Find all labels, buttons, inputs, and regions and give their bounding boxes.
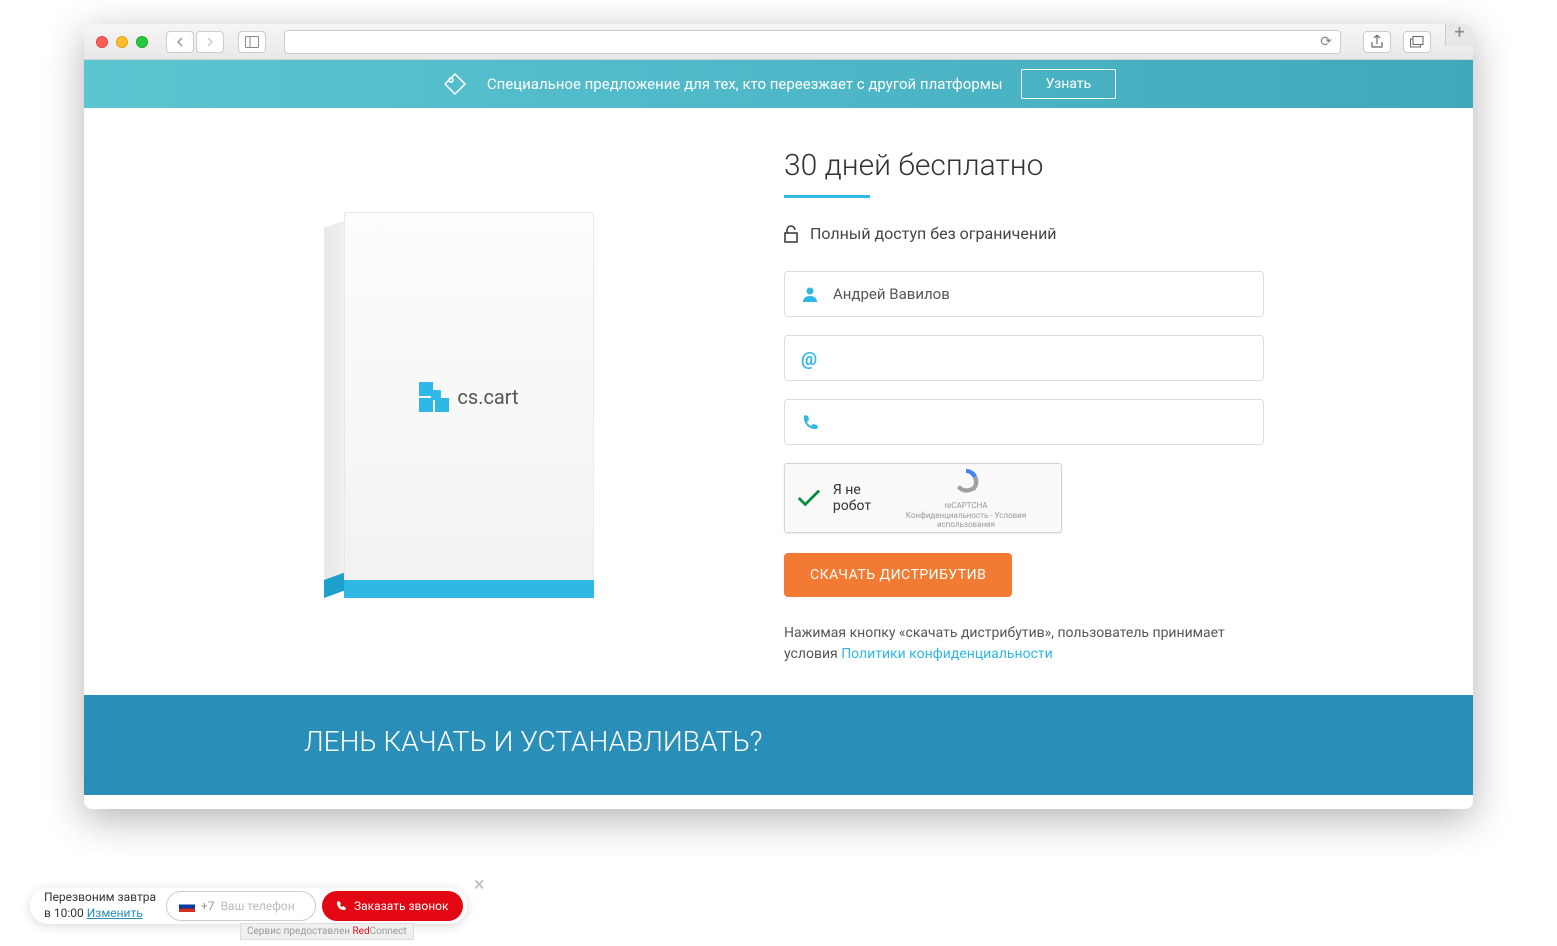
signup-form: 30 дней бесплатно Полный доступ без огра… <box>784 148 1264 665</box>
tabs-icon <box>1410 36 1424 48</box>
email-field-wrapper: @ <box>784 335 1264 381</box>
back-button[interactable] <box>166 31 194 53</box>
callback-button-label: Заказать звонок <box>354 899 449 913</box>
captcha-label: Я не робот <box>833 482 871 514</box>
cscart-logo: cs.cart <box>419 382 518 412</box>
promo-text: Специальное предложение для тех, кто пер… <box>487 75 1003 93</box>
phone-prefix: +7 <box>201 899 215 913</box>
logo-squares-icon <box>419 382 449 412</box>
blue-cta-section: ЛЕНЬ КАЧАТЬ И УСТАНАВЛИВАТЬ? <box>84 695 1473 795</box>
unlock-icon <box>784 225 798 243</box>
tag-icon <box>441 70 469 98</box>
forward-button[interactable] <box>196 31 224 53</box>
maximize-window-button[interactable] <box>136 36 148 48</box>
name-input[interactable] <box>833 285 1247 303</box>
recaptcha-icon <box>951 466 981 496</box>
phone-input[interactable] <box>833 413 1247 431</box>
recaptcha-badge: reCAPTCHA Конфиденциальность - Условия и… <box>883 466 1049 529</box>
promo-banner: Специальное предложение для тех, кто пер… <box>84 60 1473 108</box>
main-content: cs.cart 30 дней бесплатно Полный доступ … <box>84 108 1473 695</box>
credit-brand-connect: Connect <box>370 926 407 937</box>
legal-text: Нажимая кнопку «скачать дистрибутив», по… <box>784 623 1264 665</box>
nav-buttons <box>166 31 224 53</box>
email-input[interactable] <box>833 349 1247 367</box>
product-box: cs.cart <box>324 212 604 602</box>
browser-window: ⟳ + Специальное предложение для тех, кто… <box>84 24 1473 809</box>
checkmark-icon <box>797 488 821 508</box>
callback-order-button[interactable]: Заказать звонок <box>322 891 463 921</box>
traffic-lights <box>96 36 148 48</box>
recaptcha-brand: reCAPTCHA <box>883 501 1049 511</box>
recaptcha-widget[interactable]: Я не робот reCAPTCHA Конфиденциальность … <box>784 463 1062 533</box>
access-info: Полный доступ без ограничений <box>784 224 1264 243</box>
product-box-image: cs.cart <box>184 148 744 665</box>
callback-widget: Перезвоним завтра в 10:00 Изменить +7 Ва… <box>30 888 467 924</box>
share-icon <box>1371 35 1383 49</box>
privacy-policy-link[interactable]: Политики конфиденциальности <box>841 646 1053 662</box>
recaptcha-terms: Конфиденциальность - Условия использован… <box>883 511 1049 530</box>
share-button[interactable] <box>1363 31 1391 53</box>
heading-underline <box>784 195 870 198</box>
page-viewport: Специальное предложение для тех, кто пер… <box>84 60 1473 809</box>
at-icon: @ <box>801 349 819 367</box>
callback-credit: Сервис предоставлен RedConnect <box>240 923 414 940</box>
address-bar[interactable]: ⟳ <box>284 30 1341 54</box>
logo-text: cs.cart <box>457 385 518 409</box>
phone-field-wrapper <box>784 399 1264 445</box>
new-tab-button[interactable]: + <box>1445 24 1473 46</box>
chevron-left-icon <box>175 37 185 47</box>
person-icon <box>801 285 819 303</box>
callback-info: Перезвоним завтра в 10:00 Изменить <box>44 890 156 921</box>
flag-ru-icon <box>179 901 195 912</box>
name-field-wrapper <box>784 271 1264 317</box>
callback-close-button[interactable]: × <box>474 872 485 896</box>
callback-bubble: Перезвоним завтра в 10:00 Изменить +7 Ва… <box>30 888 467 924</box>
sidebar-toggle-button[interactable] <box>238 31 266 53</box>
close-window-button[interactable] <box>96 36 108 48</box>
access-text: Полный доступ без ограничений <box>810 224 1057 243</box>
blue-heading: ЛЕНЬ КАЧАТЬ И УСТАНАВЛИВАТЬ? <box>304 725 1253 758</box>
phone-placeholder: Ваш телефон <box>221 899 295 913</box>
browser-titlebar: ⟳ + <box>84 24 1473 60</box>
download-button[interactable]: СКАЧАТЬ ДИСТРИБУТИВ <box>784 553 1012 597</box>
callback-change-link[interactable]: Изменить <box>87 906 143 920</box>
credit-prefix: Сервис предоставлен <box>247 926 353 937</box>
callback-phone-field[interactable]: +7 Ваш телефон <box>166 891 316 921</box>
promo-learn-button[interactable]: Узнать <box>1021 69 1117 99</box>
form-heading: 30 дней бесплатно <box>784 148 1264 183</box>
callback-line1: Перезвоним завтра <box>44 890 156 906</box>
tabs-button[interactable] <box>1403 31 1431 53</box>
callback-time: в 10:00 <box>44 906 87 920</box>
sidebar-icon <box>245 36 259 48</box>
chevron-right-icon <box>205 37 215 47</box>
minimize-window-button[interactable] <box>116 36 128 48</box>
phone-icon <box>801 413 819 431</box>
credit-brand-red: Red <box>353 926 370 937</box>
reload-icon[interactable]: ⟳ <box>1320 34 1332 50</box>
phone-icon <box>336 900 348 912</box>
